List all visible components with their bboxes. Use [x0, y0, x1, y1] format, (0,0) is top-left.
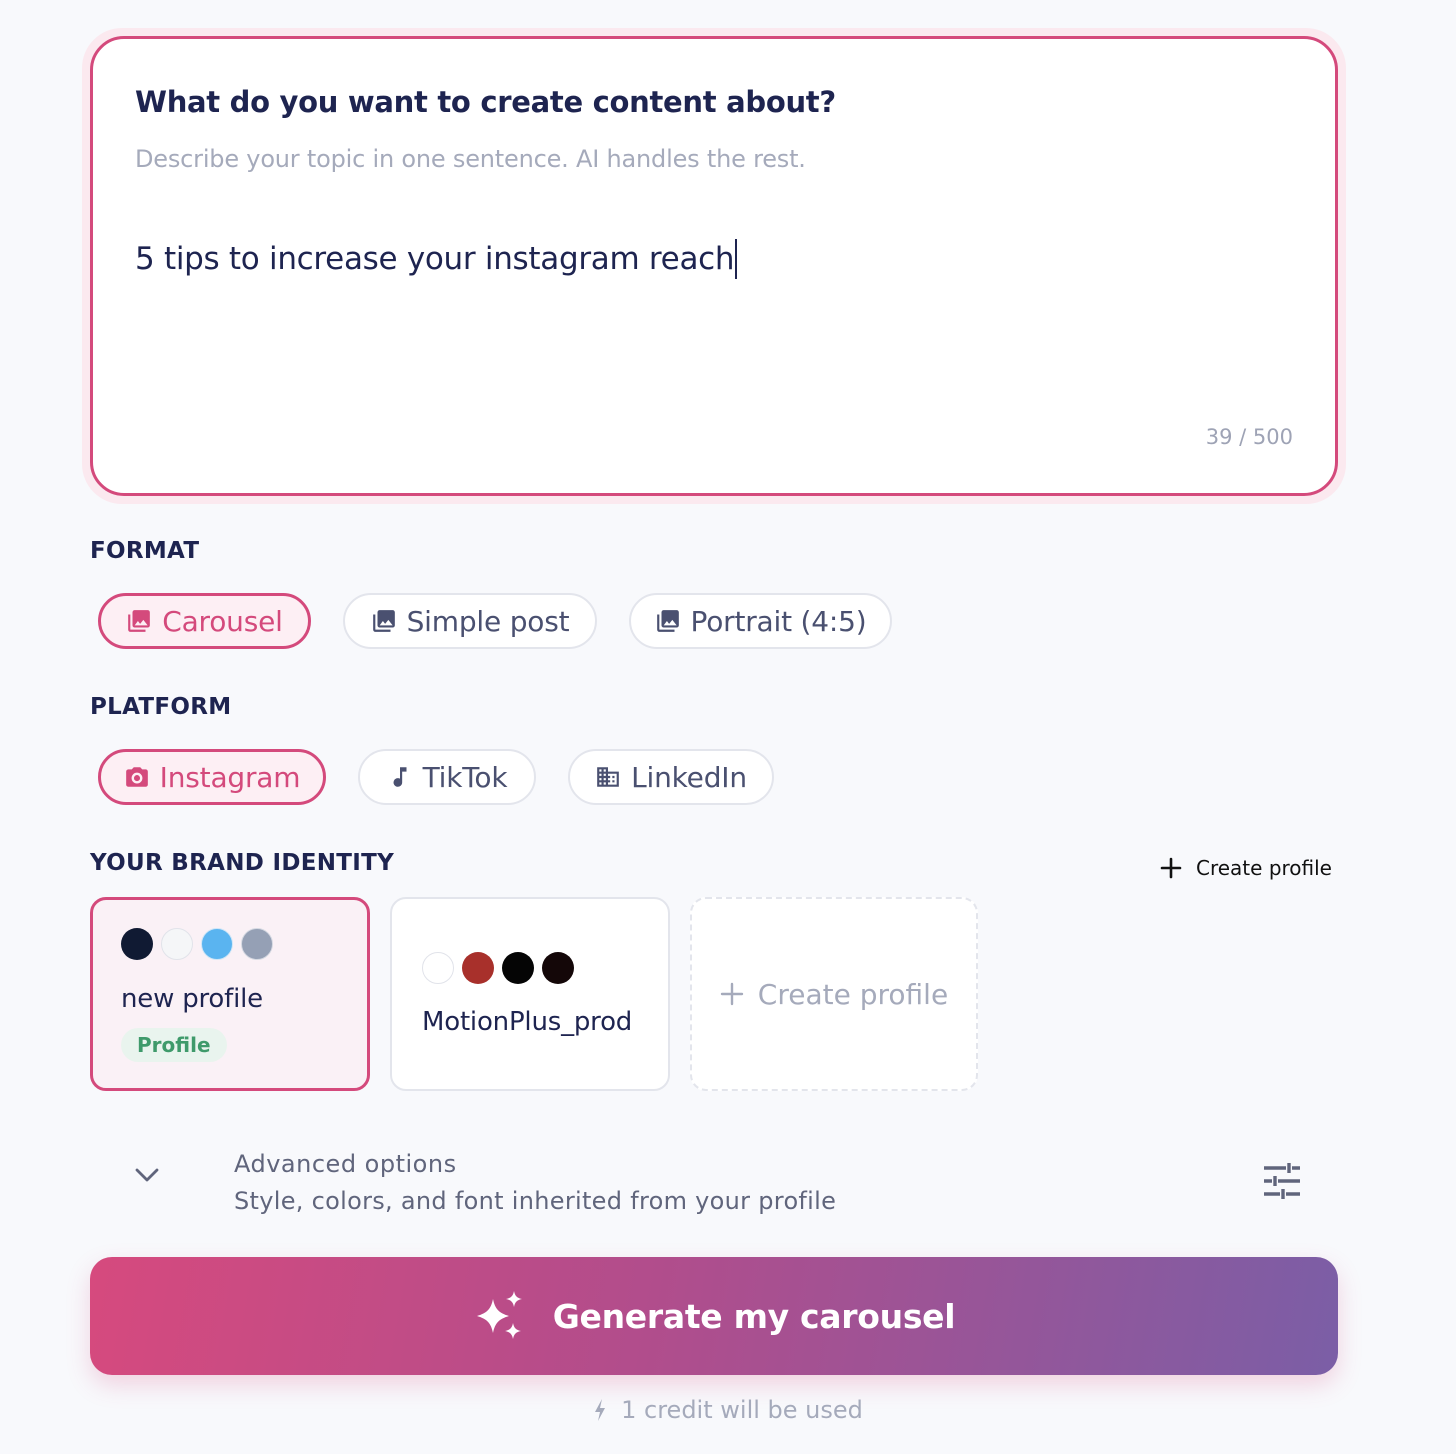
character-counter: 39 / 500 [1205, 425, 1293, 449]
credit-note: 1 credit will be used [0, 1396, 1456, 1424]
topic-input-value: 5 tips to increase your instagram reach [135, 241, 735, 277]
platform-option-label: LinkedIn [631, 760, 747, 794]
plus-icon [1160, 857, 1182, 879]
color-swatch [542, 952, 574, 984]
format-option-label: Carousel [162, 604, 283, 638]
color-swatch [502, 952, 534, 984]
profile-badge: Profile [121, 1028, 227, 1062]
format-option-label: Portrait (4:5) [690, 604, 867, 638]
plus-icon [720, 982, 743, 1006]
create-profile-link-label: Create profile [1196, 856, 1332, 880]
page: What do you want to create content about… [0, 0, 1456, 1454]
profile-color-swatches [422, 952, 574, 984]
format-label: FORMAT [90, 538, 200, 564]
brand-profile-card-new-profile[interactable]: new profile Profile [90, 897, 370, 1091]
topic-input[interactable]: 5 tips to increase your instagram reach [135, 239, 738, 279]
topic-subtitle: Describe your topic in one sentence. AI … [135, 145, 806, 173]
brand-identity-label: YOUR BRAND IDENTITY [90, 850, 395, 876]
color-swatch [422, 952, 454, 984]
color-swatch [201, 928, 233, 960]
generate-button-label: Generate my carousel [552, 1296, 956, 1336]
format-option-portrait[interactable]: Portrait (4:5) [629, 593, 892, 649]
text-caret [735, 239, 738, 279]
platform-option-label: Instagram [159, 760, 301, 794]
color-swatch [241, 928, 273, 960]
sparkles-icon [476, 1291, 522, 1339]
credit-note-text: 1 credit will be used [621, 1396, 863, 1424]
format-option-label: Simple post [406, 604, 570, 638]
platform-option-instagram[interactable]: Instagram [98, 749, 326, 805]
platform-label: PLATFORM [90, 694, 232, 720]
format-option-simple-post[interactable]: Simple post [343, 593, 597, 649]
create-profile-card-label: Create profile [757, 977, 949, 1011]
advanced-options-subtitle: Style, colors, and font inherited from y… [234, 1187, 837, 1215]
platform-option-tiktok[interactable]: TikTok [358, 749, 536, 805]
topic-title: What do you want to create content about… [135, 85, 836, 119]
topic-card[interactable]: What do you want to create content about… [90, 36, 1338, 496]
images-icon [128, 610, 151, 632]
color-swatch [121, 928, 153, 960]
generate-button[interactable]: Generate my carousel [90, 1257, 1338, 1375]
platform-option-linkedin[interactable]: LinkedIn [568, 749, 774, 805]
color-swatch [462, 952, 494, 984]
create-profile-link[interactable]: Create profile [1160, 856, 1332, 880]
create-profile-card[interactable]: Create profile [690, 897, 978, 1091]
platform-option-label: TikTok [422, 760, 508, 794]
chevron-down-icon[interactable] [134, 1166, 160, 1188]
lightning-icon [595, 1399, 606, 1421]
format-option-carousel[interactable]: Carousel [98, 593, 311, 649]
profile-color-swatches [121, 928, 273, 960]
profile-name: MotionPlus_prod [422, 1007, 633, 1037]
color-swatch [161, 928, 193, 960]
camera-icon [125, 767, 148, 787]
profile-name: new profile [121, 984, 263, 1014]
images-icon [656, 610, 679, 632]
images-icon [372, 610, 395, 632]
tune-icon[interactable] [1262, 1162, 1302, 1204]
brand-profile-card-motionplus[interactable]: MotionPlus_prod [390, 897, 670, 1091]
building-icon [597, 767, 619, 787]
music-note-icon [393, 767, 407, 787]
advanced-options-title[interactable]: Advanced options [234, 1150, 457, 1178]
